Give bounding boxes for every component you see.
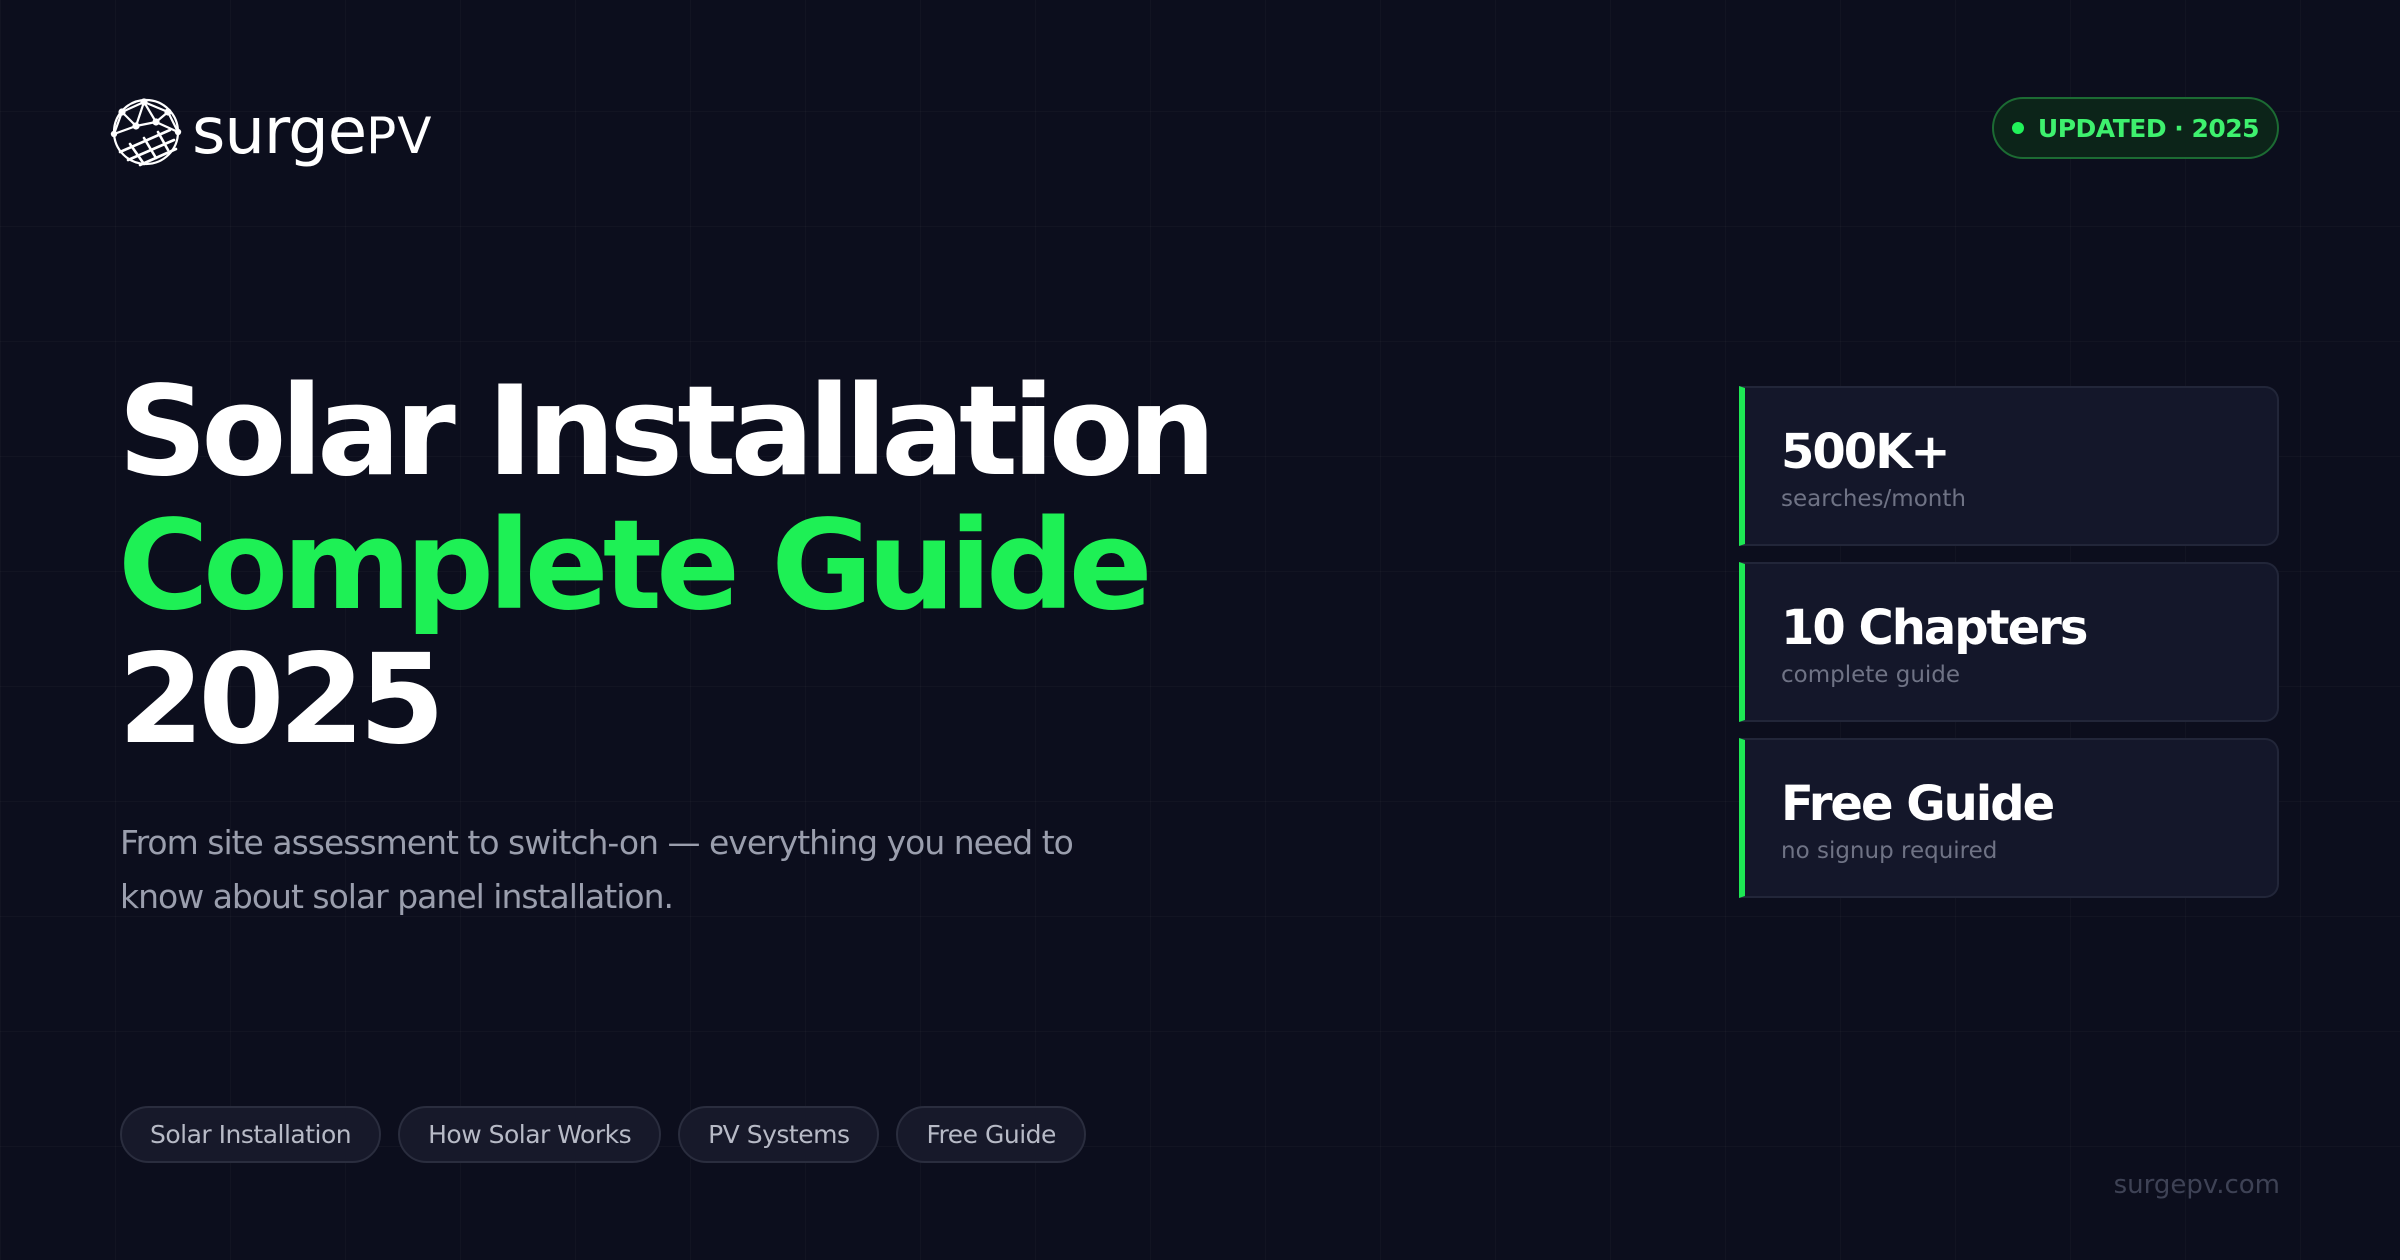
stat-card-chapters: 10 Chapters complete guide <box>1739 562 2279 722</box>
stat-card-searches: 500K+ searches/month <box>1739 386 2279 546</box>
stat-value: 10 Chapters <box>1781 600 2088 656</box>
page-subtitle: From site assessment to switch-on — ever… <box>120 816 1140 924</box>
solar-globe-icon <box>110 98 182 167</box>
hero-banner: surgePV UPDATED · 2025 Solar Installatio… <box>0 0 2400 1260</box>
stats-panel: 500K+ searches/month 10 Chapters complet… <box>1739 386 2279 914</box>
brand-wordmark: surgePV <box>192 100 432 164</box>
stat-value: Free Guide <box>1781 776 2055 832</box>
tag-free-guide[interactable]: Free Guide <box>896 1106 1086 1163</box>
brand-name-main: surge <box>192 95 367 169</box>
stat-label: no signup required <box>1781 838 1998 864</box>
page-title: Solar Installation Complete Guide 2025 <box>118 360 1216 772</box>
stat-card-free-guide: Free Guide no signup required <box>1739 738 2279 898</box>
updated-badge: UPDATED · 2025 <box>1992 97 2279 159</box>
stat-value: 500K+ <box>1781 424 1951 480</box>
updated-badge-text: UPDATED · 2025 <box>2037 113 2260 143</box>
tag-pv-systems[interactable]: PV Systems <box>678 1106 880 1163</box>
tag-solar-installation[interactable]: Solar Installation <box>120 1106 382 1163</box>
subtitle-line-2: know about solar panel installation. <box>120 877 674 916</box>
stat-label: complete guide <box>1781 662 1961 688</box>
brand-name-suffix: PV <box>366 107 433 165</box>
brand-logo[interactable]: surgePV <box>110 92 432 172</box>
tag-how-solar-works[interactable]: How Solar Works <box>398 1106 662 1163</box>
title-line-3: 2025 <box>118 628 445 772</box>
topic-tags: Solar Installation How Solar Works PV Sy… <box>120 1106 1103 1163</box>
subtitle-line-1: From site assessment to switch-on — ever… <box>120 823 1074 862</box>
title-line-1: Solar Installation <box>118 360 1216 504</box>
title-line-2: Complete Guide <box>118 494 1153 638</box>
stat-label: searches/month <box>1781 486 1966 512</box>
site-url-link[interactable]: surgepv.com <box>2114 1170 2280 1200</box>
status-dot-icon <box>2011 122 2024 134</box>
